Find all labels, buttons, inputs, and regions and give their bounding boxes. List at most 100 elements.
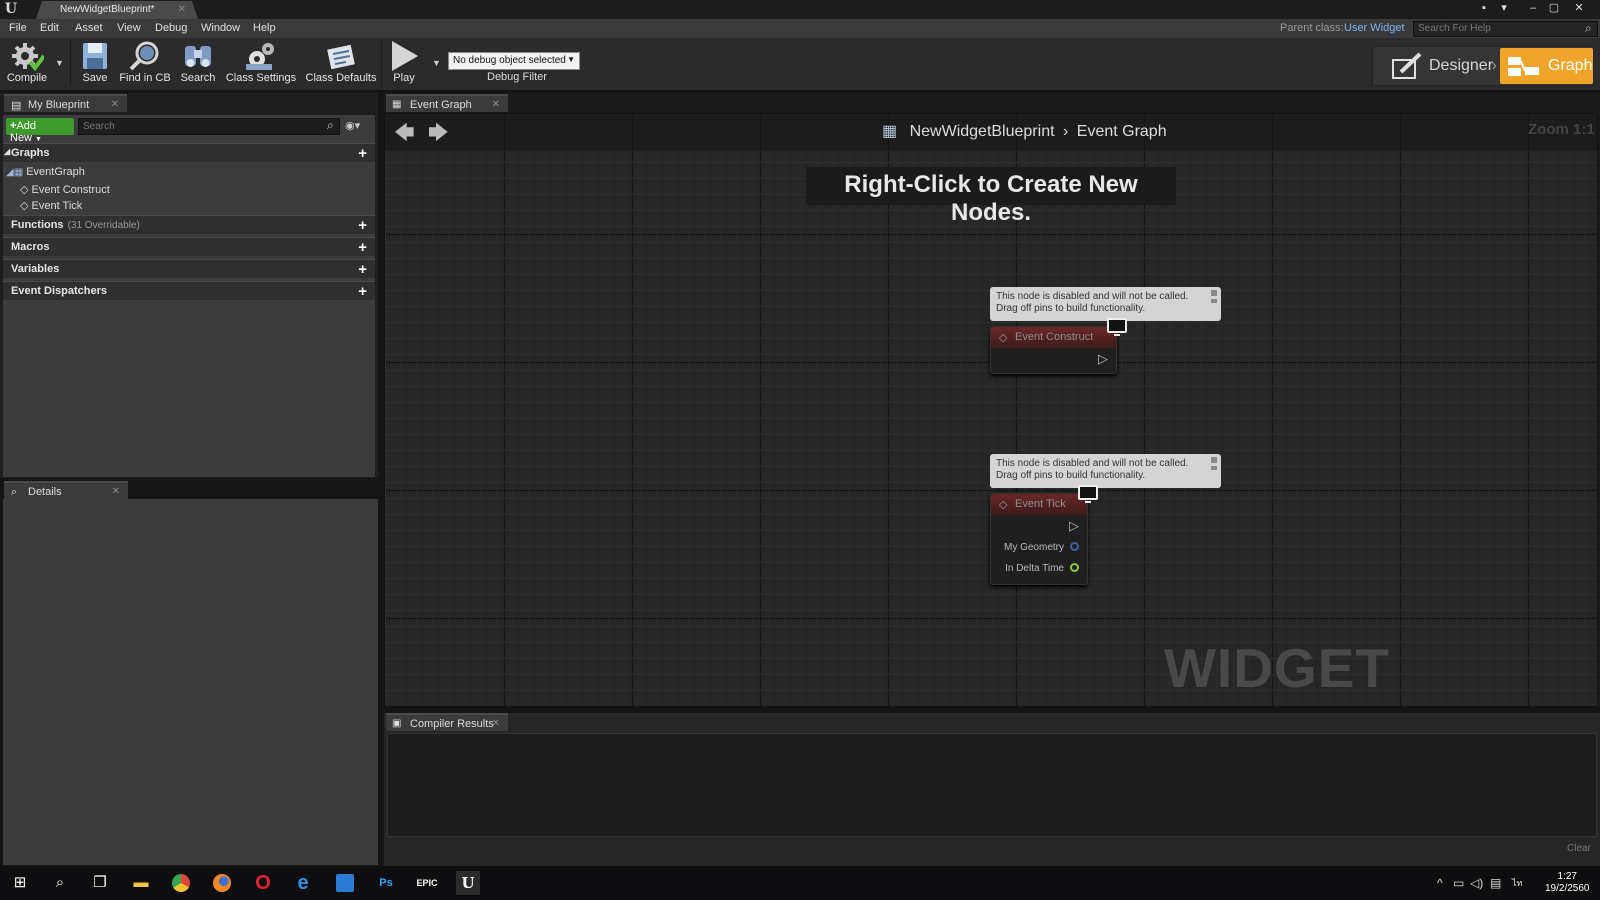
source-control-icon[interactable]: ▾ — [1495, 1, 1513, 15]
title-bar — [0, 0, 1600, 19]
edge-icon[interactable]: e — [291, 871, 315, 895]
photoshop-icon[interactable]: Ps — [374, 871, 398, 895]
back-arrow-icon[interactable]: 🡄 — [394, 118, 415, 152]
file-explorer-icon[interactable]: ▬ — [129, 871, 153, 895]
chevron-down-icon: ▼ — [35, 136, 42, 143]
chrome-icon[interactable] — [169, 871, 193, 895]
class-defaults-button[interactable]: Class Defaults — [305, 40, 377, 88]
find-in-cb-button[interactable]: Find in CB — [119, 40, 171, 88]
event-graph-tab[interactable]: ▦ Event Graph ✕ — [386, 94, 508, 112]
menu-file[interactable]: File — [9, 22, 27, 34]
event-construct-node[interactable]: ◇ Event Construct ▷ — [990, 326, 1117, 374]
opera-icon[interactable]: O — [251, 871, 275, 895]
close-tab-icon[interactable]: ✕ — [492, 718, 500, 729]
menu-edit[interactable]: Edit — [40, 22, 59, 34]
widget-monitor-icon — [1107, 318, 1127, 336]
maximize-button[interactable]: ▢ — [1545, 1, 1563, 15]
help-search-input[interactable]: Search For Help — [1413, 21, 1598, 37]
graph-nodes-icon — [1508, 57, 1539, 76]
unreal-editor-icon[interactable]: U — [456, 871, 480, 895]
forward-arrow-icon[interactable]: 🡆 — [428, 118, 449, 152]
notification-icon[interactable]: ▪ — [1475, 1, 1493, 15]
compile-options-dropdown[interactable]: ▼ — [55, 58, 64, 68]
event-diamond-icon: ◇ — [999, 499, 1008, 511]
chevron-up-icon[interactable]: ^ — [1437, 876, 1443, 890]
save-button[interactable]: Save — [78, 40, 112, 88]
search-icon[interactable]: ⌕ — [48, 871, 72, 895]
graph-icon: ▦ — [882, 123, 898, 140]
firefox-icon[interactable] — [210, 871, 234, 895]
close-tab-icon[interactable]: ✕ — [111, 99, 119, 110]
close-window-button[interactable]: ✕ — [1570, 1, 1588, 15]
struct-pin-icon[interactable] — [1070, 542, 1079, 551]
in-delta-time-pin[interactable]: In Delta Time — [1005, 563, 1079, 574]
category-functions[interactable]: Functions (31 Overridable) + — [3, 215, 375, 234]
parent-class-link[interactable]: User Widget — [1344, 22, 1405, 34]
tree-item-event-tick[interactable]: ◇ Event Tick — [20, 199, 82, 212]
add-variable-button[interactable]: + — [358, 261, 367, 278]
class-defaults-icon — [327, 44, 355, 70]
volume-icon[interactable]: ◁) — [1470, 876, 1483, 890]
add-new-button[interactable]: +Add New ▼ — [6, 118, 74, 144]
category-graphs[interactable]: ◢ Graphs + — [3, 143, 375, 162]
my-blueprint-tab[interactable]: ▤ My Blueprint ✕ — [4, 94, 127, 112]
graph-mode-button[interactable]: Graph — [1500, 48, 1593, 84]
start-icon[interactable]: ⊞ — [8, 871, 32, 895]
trello-icon[interactable] — [333, 871, 357, 895]
event-tick-node[interactable]: ◇ Event Tick ▷ My Geometry In Delta Time — [990, 493, 1088, 585]
category-macros[interactable]: Macros + — [3, 237, 375, 256]
category-variables[interactable]: Variables + — [3, 259, 375, 278]
add-graph-button[interactable]: + — [358, 145, 367, 162]
view-options-eye-icon[interactable]: ◉▾ — [345, 119, 360, 132]
minimize-button[interactable]: – — [1524, 1, 1542, 15]
tree-item-event-graph[interactable]: ◢▦ EventGraph — [6, 166, 85, 178]
add-dispatcher-button[interactable]: + — [358, 283, 367, 300]
pin-comment-icon[interactable] — [1211, 466, 1217, 470]
breadcrumb: ▦ NewWidgetBlueprint › Event Graph — [882, 121, 1167, 141]
menu-debug[interactable]: Debug — [155, 22, 187, 34]
blueprint-search-input[interactable]: Search — [78, 118, 340, 135]
functions-overridable-count: (31 Overridable) — [67, 220, 140, 231]
exec-output-pin[interactable]: ▷ — [1069, 518, 1079, 534]
system-clock[interactable]: 1:27 19/2/2560 — [1545, 871, 1590, 895]
clock-time: 1:27 — [1557, 871, 1577, 882]
menu-window[interactable]: Window — [201, 22, 240, 34]
pin-comment-icon[interactable] — [1211, 290, 1217, 296]
close-tab-icon[interactable]: ✕ — [112, 486, 120, 497]
pin-comment-icon[interactable] — [1211, 299, 1217, 303]
search-icon[interactable]: ⌕ — [1585, 21, 1592, 36]
task-view-icon[interactable]: ❐ — [88, 871, 112, 895]
epic-launcher-icon[interactable]: EPIC — [415, 871, 439, 895]
document-tab[interactable]: NewWidgetBlueprint* ✕ — [36, 1, 198, 19]
network-icon[interactable]: ▭ — [1453, 876, 1464, 890]
clock-date: 19/2/2560 — [1545, 883, 1590, 894]
designer-mode-button[interactable]: Designer › — [1383, 48, 1501, 84]
class-settings-button[interactable]: Class Settings — [225, 40, 297, 88]
menu-asset[interactable]: Asset — [75, 22, 103, 34]
compiler-results-tab[interactable]: ▣ Compiler Results ✕ — [386, 713, 508, 731]
close-tab-icon[interactable]: ✕ — [492, 99, 500, 110]
pin-comment-icon[interactable] — [1211, 457, 1217, 463]
add-macro-button[interactable]: + — [358, 239, 367, 256]
keyboard-language-icon[interactable]: ไท — [1512, 876, 1522, 890]
debug-object-select[interactable]: No debug object selected ▼ — [448, 52, 580, 70]
category-event-dispatchers[interactable]: Event Dispatchers + — [3, 281, 375, 300]
play-button[interactable]: Play — [384, 40, 424, 88]
action-center-icon[interactable]: ▤ — [1490, 876, 1501, 890]
details-tab[interactable]: ⌕ Details ✕ — [4, 481, 128, 499]
exec-output-pin[interactable]: ▷ — [1098, 351, 1108, 367]
my-geometry-pin[interactable]: My Geometry — [1004, 542, 1079, 553]
breadcrumb-root[interactable]: NewWidgetBlueprint — [910, 123, 1055, 140]
menu-help[interactable]: Help — [253, 22, 276, 34]
close-tab-icon[interactable]: ✕ — [178, 4, 186, 15]
play-options-dropdown[interactable]: ▼ — [432, 58, 441, 68]
zoom-level: Zoom 1:1 — [1528, 121, 1595, 138]
menu-view[interactable]: View — [117, 22, 141, 34]
breadcrumb-leaf: Event Graph — [1076, 123, 1167, 140]
tree-item-event-construct[interactable]: ◇ Event Construct — [20, 183, 110, 196]
clear-button[interactable]: Clear — [1567, 843, 1591, 854]
compile-button[interactable]: Compile — [4, 40, 50, 88]
float-pin-icon[interactable] — [1070, 563, 1079, 572]
search-button[interactable]: Search — [178, 40, 218, 88]
add-function-button[interactable]: + — [358, 217, 367, 234]
